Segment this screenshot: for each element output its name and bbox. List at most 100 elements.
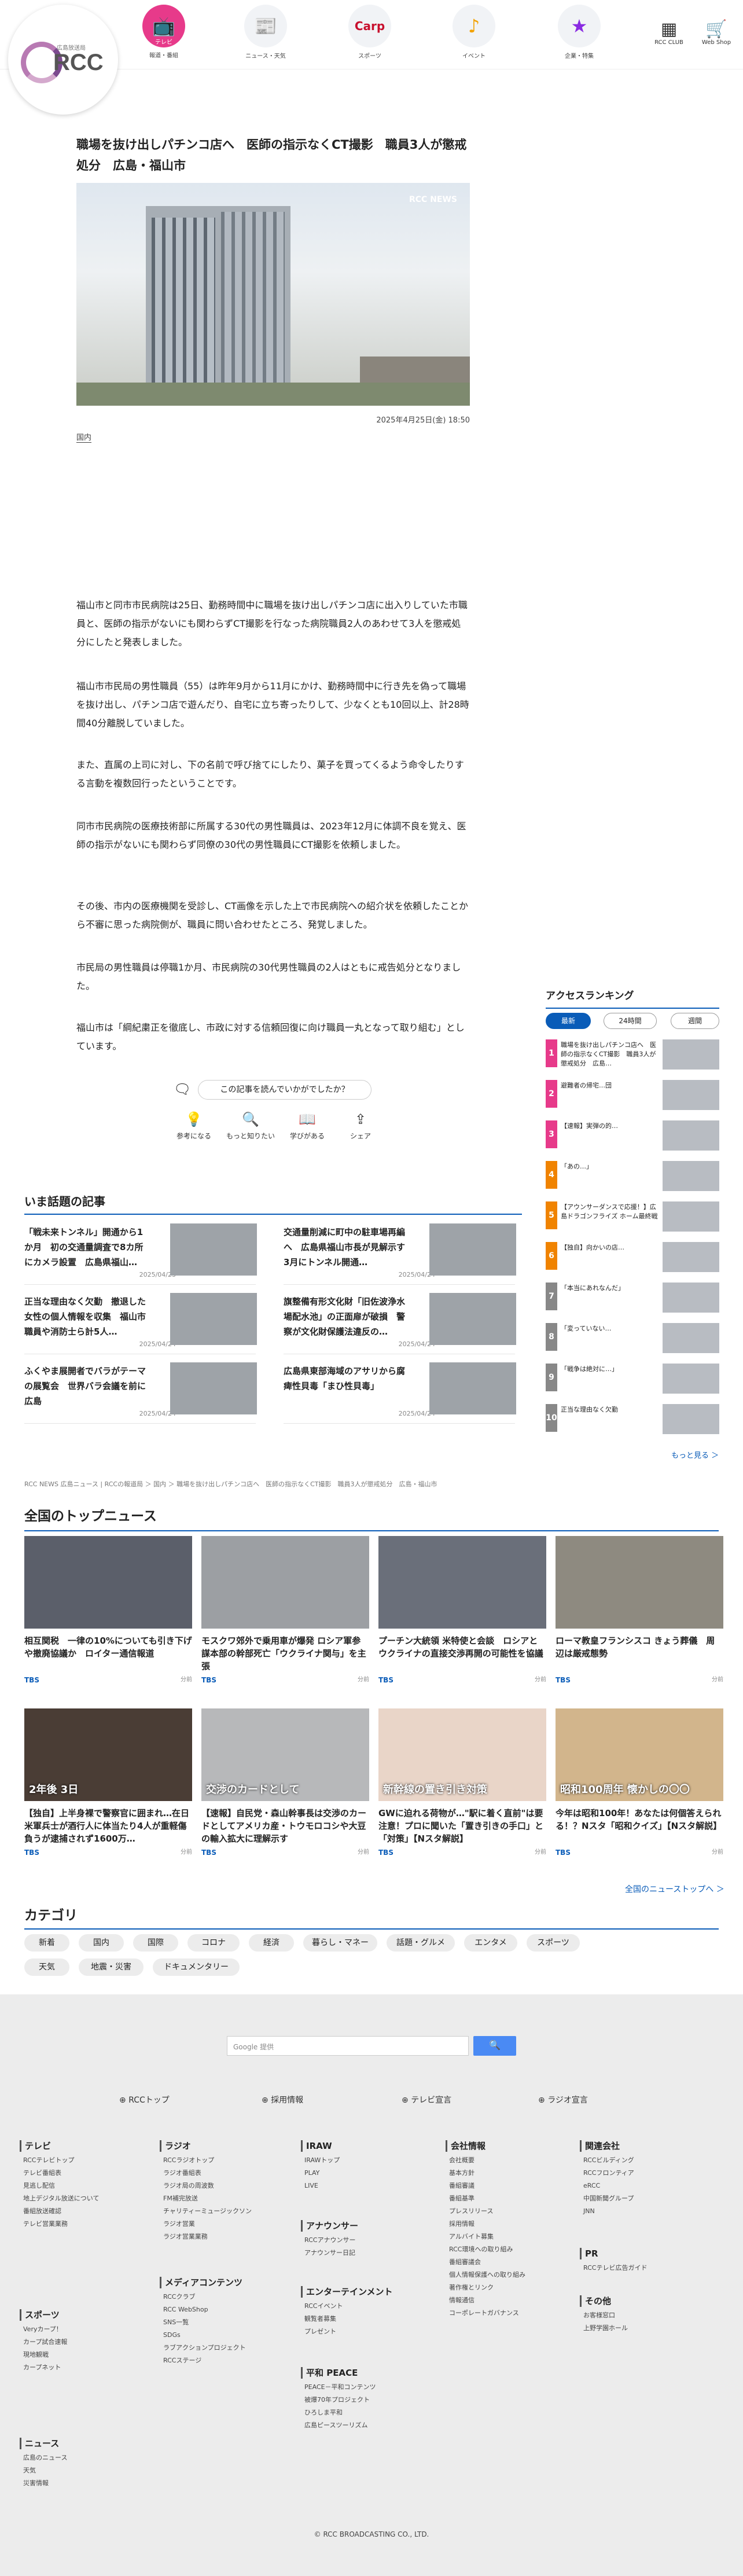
nav-news-programs[interactable]: 📺 テレビ 報道・番組 — [132, 5, 196, 59]
ranking-item[interactable]: 8 「変っていない… — [546, 1323, 719, 1357]
category-chip[interactable]: 経済 — [249, 1934, 294, 1952]
footer-column-link[interactable]: アナウンサー日記 — [304, 2247, 432, 2259]
footer-column-link[interactable]: 番組審議 — [449, 2180, 576, 2192]
category-chip[interactable]: 天気 — [24, 1958, 69, 1976]
footer-column-link[interactable]: RCCアナウンサー — [304, 2234, 432, 2247]
ranking-more-link[interactable]: もっと見る ＞ — [671, 1449, 719, 1460]
footer-link[interactable]: ⊕ ラジオ宣言 — [538, 2094, 588, 2105]
topic-item[interactable]: 広島県東部海域のアサリから腐痺性貝毒「まひ性貝毒」 2025/04/24 — [284, 1360, 516, 1424]
footer-column-link[interactable]: 著作権とリンク — [449, 2281, 576, 2294]
footer-column-link[interactable]: PEACE－平和コンテンツ — [304, 2381, 432, 2394]
footer-column-link[interactable]: SNS一覧 — [163, 2316, 290, 2329]
footer-column-link[interactable]: RCCイベント — [304, 2300, 432, 2313]
footer-column-link[interactable]: 広島ピースツーリズム — [304, 2419, 432, 2432]
footer-column-link[interactable]: コーポレートガバナンス — [449, 2307, 576, 2320]
rcc-club-link[interactable]: ▦ RCC CLUB — [652, 20, 686, 46]
footer-column-link[interactable]: JNN — [583, 2205, 711, 2218]
reaction-helpful[interactable]: 💡 参考になる — [168, 1111, 220, 1141]
ranking-item[interactable]: 3 【速報】実弾の的… — [546, 1120, 719, 1154]
footer-column-link[interactable]: 番組放送確認 — [23, 2205, 150, 2218]
footer-column-link[interactable]: ひろしま平和 — [304, 2406, 432, 2419]
footer-column-link[interactable]: RCCラジオトップ — [163, 2154, 290, 2167]
nav-events[interactable]: ♪ イベント — [442, 5, 506, 60]
ranking-item[interactable]: 5 【アウンサーダンスで応援！】広島ドラゴンフライズ ホーム最終戦 — [546, 1201, 719, 1235]
footer-column-link[interactable]: テレビ営業業務 — [23, 2218, 150, 2230]
footer-column-link[interactable]: お客様窓口 — [583, 2309, 711, 2322]
category-chip[interactable]: ドキュメンタリー — [153, 1958, 240, 1976]
footer-column-link[interactable]: 採用情報 — [449, 2218, 576, 2230]
category-chip[interactable]: 話題・グルメ — [387, 1934, 455, 1952]
category-chip[interactable]: コロナ — [187, 1934, 240, 1952]
search-button[interactable]: 🔍 — [473, 2036, 516, 2056]
footer-column-link[interactable]: RCC環境への取り組み — [449, 2243, 576, 2256]
rcc-logo[interactable]: 広島放送局 RCC — [8, 5, 118, 115]
news-card[interactable]: プーチン大統領 米特使と会談 ロシアとウクライナの直接交渉再開の可能性を協議 TB… — [378, 1536, 546, 1684]
footer-column-link[interactable]: ラジオ営業業務 — [163, 2230, 290, 2243]
top-news-more-link[interactable]: 全国のニューストップへ ＞ — [625, 1883, 724, 1895]
footer-column-link[interactable]: 番組基準 — [449, 2192, 576, 2205]
footer-column-link[interactable]: 情報通信 — [449, 2294, 576, 2307]
footer-column-link[interactable]: 地上デジタル放送について — [23, 2192, 150, 2205]
ranking-tab-weekly[interactable]: 週間 — [671, 1013, 719, 1029]
footer-link[interactable]: ⊕ テレビ宣言 — [402, 2094, 451, 2105]
footer-link[interactable]: ⊕ RCCトップ — [119, 2094, 170, 2105]
reaction-more[interactable]: 🔍 もっと知りたい — [225, 1111, 277, 1141]
footer-column-link[interactable]: ラジオ営業 — [163, 2218, 290, 2230]
category-chip[interactable]: 暮らし・マネー — [303, 1934, 377, 1952]
footer-column-link[interactable]: プレゼント — [304, 2325, 432, 2338]
ranking-item[interactable]: 6 【独自】向かいの店… — [546, 1242, 719, 1276]
article-category[interactable]: 国内 — [76, 431, 92, 443]
footer-column-link[interactable]: 個人情報保護への取り組み — [449, 2269, 576, 2281]
footer-column-link[interactable]: Veryカープ！ — [23, 2323, 150, 2336]
footer-column-link[interactable]: プレスリリース — [449, 2205, 576, 2218]
ranking-item[interactable]: 1 職場を抜け出しパチンコ店へ 医師の指示なくCT撮影 職員3人が懲戒処分 広島… — [546, 1039, 719, 1073]
ranking-item[interactable]: 2 避難者の帰宅…団 — [546, 1080, 719, 1114]
news-card[interactable]: 昭和100周年 懐かしの〇〇 今年は昭和100年！あなたは何個答えられる！？Nスタ… — [556, 1708, 723, 1857]
footer-column-link[interactable]: IRAWトップ — [304, 2154, 432, 2167]
breadcrumb[interactable]: RCC NEWS 広島ニュース | RCCの報道局 ＞ 国内 ＞ 職場を抜け出し… — [24, 1479, 437, 1489]
footer-column-link[interactable]: 被爆70年プロジェクト — [304, 2394, 432, 2406]
footer-column-link[interactable]: カープネット — [23, 2361, 150, 2374]
topic-item[interactable]: 「戦未来トンネル」開通から1か月 初の交通量調査で8カ所にカメラ設置 広島県福山… — [24, 1221, 257, 1285]
news-card[interactable]: モスクワ郊外で乗用車が爆発 ロシア軍参謀本部の幹部死亡「ウクライナ関与」を主張 T… — [201, 1536, 369, 1684]
footer-column-link[interactable]: 広島のニュース — [23, 2452, 150, 2464]
footer-column-link[interactable]: 災害情報 — [23, 2477, 150, 2490]
footer-column-link[interactable]: 現地観戦 — [23, 2349, 150, 2361]
ranking-tab-24h[interactable]: 24時間 — [604, 1013, 657, 1029]
news-card[interactable]: 相互関税 一律の10%についても引き下げや撤廃協議か ロイター通信報道 TBS 分前 — [24, 1536, 192, 1684]
topic-item[interactable]: ふくやま展開者でバラがテーマの展覧会 世界バラ会議を前に 広島 2025/04/2… — [24, 1360, 257, 1424]
news-card[interactable]: ローマ教皇フランシスコ きょう葬儀 周辺は厳戒態勢 TBS 分前 — [556, 1536, 723, 1684]
category-chip[interactable]: エンタメ — [464, 1934, 517, 1952]
news-card[interactable]: 交渉のカードとして 【速報】自民党・森山幹事長は交渉のカードとしてアメリカ産・トウ… — [201, 1708, 369, 1857]
footer-column-link[interactable]: ラブアクションプロジェクト — [163, 2342, 290, 2354]
footer-column-link[interactable]: RCCビルディング — [583, 2154, 711, 2167]
reaction-learn[interactable]: 📖 学びがある — [281, 1111, 333, 1141]
footer-column-link[interactable]: 見逃し配信 — [23, 2180, 150, 2192]
footer-column-link[interactable]: チャリティーミュージックソン — [163, 2205, 290, 2218]
footer-column-link[interactable]: 中国新聞グループ — [583, 2192, 711, 2205]
news-card[interactable]: 新幹線の置き引き対策 GWに迫れる荷物が…"駅に着く直前"は要注意！プロに聞いた「… — [378, 1708, 546, 1857]
nav-news-weather[interactable]: 📰 ニュース・天気 — [234, 5, 297, 60]
footer-column-link[interactable]: 天気 — [23, 2464, 150, 2477]
footer-column-link[interactable]: 観覧者募集 — [304, 2313, 432, 2325]
footer-column-link[interactable]: ラジオ番組表 — [163, 2167, 290, 2180]
ranking-item[interactable]: 9 「戦争は絶対に…」 — [546, 1364, 719, 1397]
ranking-item[interactable]: 10 正当な理由なく欠勤 — [546, 1404, 719, 1438]
topic-item[interactable]: 正当な理由なく欠勤 撤退した女性の個人情報を収集 福山市職員や消防士ら計5人… 2… — [24, 1291, 257, 1354]
category-chip[interactable]: スポーツ — [527, 1934, 580, 1952]
category-chip[interactable]: 地震・災害 — [79, 1958, 144, 1976]
category-chip[interactable]: 国際 — [133, 1934, 178, 1952]
footer-column-link[interactable]: RCC WebShop — [163, 2303, 290, 2316]
topic-item[interactable]: 旗整備有形文化財「旧佐波浄水場配水池」の正面扉が破損 警察が文化財保護法違反の…… — [284, 1291, 516, 1354]
footer-column-link[interactable]: RCCクラブ — [163, 2291, 290, 2303]
reaction-share[interactable]: ⇪ シェア — [334, 1111, 387, 1141]
ranking-item[interactable]: 7 「本当にあれなんだ」 — [546, 1283, 719, 1316]
web-shop-link[interactable]: 🛒 Web Shop — [699, 20, 734, 46]
footer-column-link[interactable]: ラジオ局の周波数 — [163, 2180, 290, 2192]
footer-column-link[interactable]: 上野学園ホール — [583, 2322, 711, 2335]
footer-column-link[interactable]: SDGs — [163, 2329, 290, 2342]
footer-column-link[interactable]: PLAY — [304, 2167, 432, 2180]
ranking-tab-latest[interactable]: 最新 — [546, 1013, 591, 1029]
footer-column-link[interactable]: RCCテレビ広告ガイド — [583, 2262, 711, 2274]
footer-column-link[interactable]: RCCステージ — [163, 2354, 290, 2367]
